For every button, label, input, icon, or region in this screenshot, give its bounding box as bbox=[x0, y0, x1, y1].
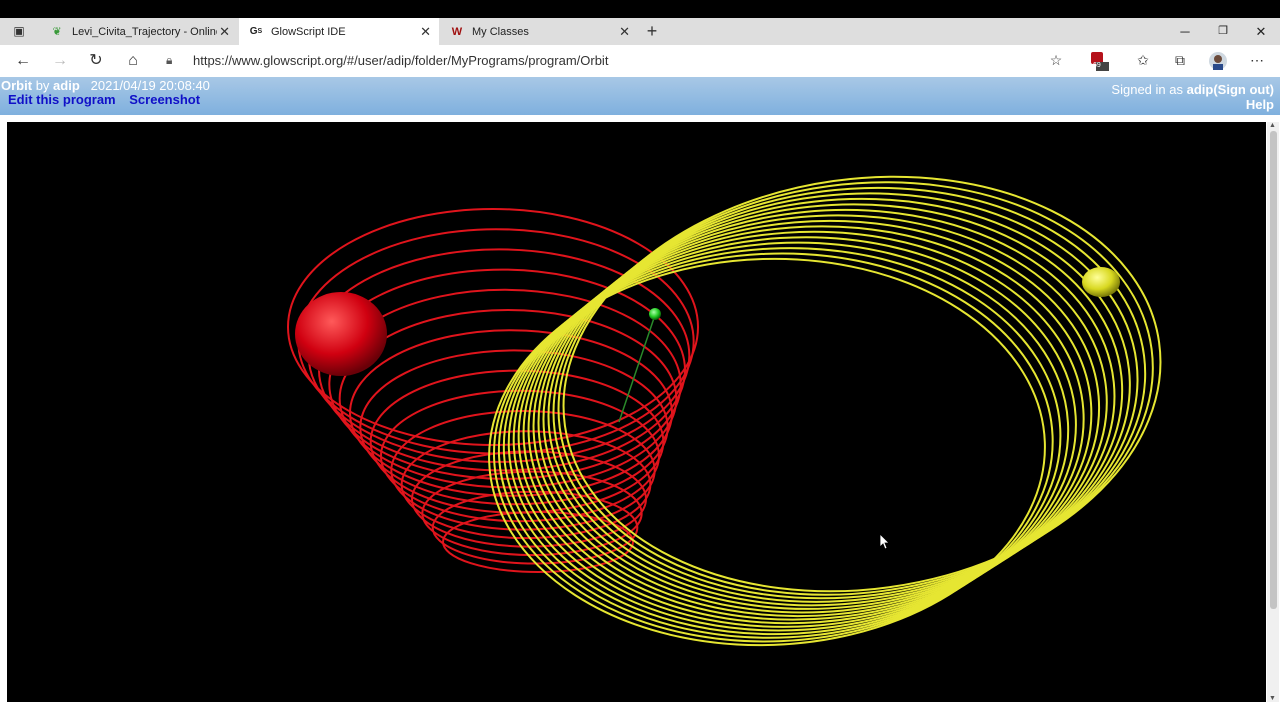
green-sphere bbox=[649, 308, 661, 320]
home-icon[interactable]: ⌂ bbox=[119, 45, 147, 76]
more-icon[interactable]: ⋯ bbox=[1242, 45, 1272, 76]
tab-glowscript[interactable]: GS GlowScript IDE ✕ bbox=[239, 18, 439, 45]
back-icon[interactable]: ← bbox=[9, 45, 37, 76]
account-info: Signed in as adip(Sign out) Help bbox=[1111, 82, 1274, 112]
close-icon[interactable]: ✕ bbox=[420, 24, 431, 40]
scroll-thumb[interactable] bbox=[1270, 131, 1277, 609]
mouse-pointer-icon bbox=[879, 533, 890, 555]
tab-label: My Classes bbox=[472, 25, 529, 38]
timestamp: 2021/04/19 20:08:40 bbox=[90, 78, 210, 93]
program-name: Orbit bbox=[1, 78, 33, 93]
tab-levi-civita[interactable]: ❦ Levi_Civita_Trajectory - Online La ✕ bbox=[40, 18, 238, 45]
tab-label: GlowScript IDE bbox=[271, 25, 346, 38]
classes-icon: W bbox=[451, 25, 463, 38]
extension-icon[interactable] bbox=[1083, 45, 1113, 76]
vertical-scrollbar[interactable]: ▲ ▼ bbox=[1267, 122, 1279, 702]
screenshot-link[interactable]: Screenshot bbox=[129, 92, 200, 107]
yellow-sphere bbox=[1082, 267, 1120, 297]
orbit-scene bbox=[287, 175, 1162, 647]
extension-badge: 69 bbox=[1093, 62, 1101, 69]
program-links: Edit this program Screenshot bbox=[8, 92, 210, 107]
red-sphere bbox=[295, 292, 387, 376]
tab-actions-icon[interactable]: ▣ bbox=[5, 18, 33, 45]
window-close-icon[interactable]: ✕ bbox=[1242, 18, 1280, 45]
profile-avatar[interactable] bbox=[1203, 45, 1233, 76]
scene-canvas[interactable] bbox=[7, 122, 1266, 702]
sign-out-link[interactable]: (Sign out) bbox=[1213, 82, 1274, 97]
collections-icon[interactable]: ⧉ bbox=[1165, 45, 1195, 76]
favorites-icon[interactable]: ✩ bbox=[1128, 45, 1158, 76]
yellow-orbit-trail bbox=[512, 230, 1085, 628]
user-name[interactable]: adip bbox=[1187, 82, 1214, 97]
tab-my-classes[interactable]: W My Classes ✕ bbox=[440, 18, 638, 45]
close-icon[interactable]: ✕ bbox=[219, 24, 230, 40]
minimize-icon[interactable]: ─ bbox=[1166, 18, 1204, 45]
close-icon[interactable]: ✕ bbox=[619, 24, 630, 40]
glowscript-icon: GS bbox=[249, 26, 263, 37]
forward-icon[interactable]: → bbox=[46, 45, 74, 76]
url-text: https://www.glowscript.org/#/user/adip/f… bbox=[193, 53, 609, 68]
restore-icon[interactable]: ❐ bbox=[1204, 18, 1242, 45]
help-link[interactable]: Help bbox=[1111, 97, 1274, 112]
add-favorite-icon[interactable]: ☆ bbox=[1041, 45, 1071, 76]
velocity-arrow bbox=[618, 314, 656, 423]
signed-in-label: Signed in as bbox=[1111, 82, 1183, 97]
author-name[interactable]: adip bbox=[53, 78, 80, 93]
scroll-up-icon[interactable]: ▲ bbox=[1269, 122, 1276, 129]
edit-program-link[interactable]: Edit this program bbox=[8, 92, 116, 107]
new-tab-button[interactable]: + bbox=[638, 18, 666, 45]
yellow-orbit-trail bbox=[562, 175, 1162, 593]
reload-icon[interactable]: ↻ bbox=[82, 45, 110, 76]
address-bar[interactable]: 🔒︎ https://www.glowscript.org/#/user/adi… bbox=[158, 48, 1072, 73]
scroll-down-icon[interactable]: ▼ bbox=[1269, 695, 1276, 702]
tab-label: Levi_Civita_Trajectory - Online La bbox=[72, 25, 217, 38]
by-label: by bbox=[35, 78, 50, 93]
yellow-orbit-trail bbox=[507, 236, 1077, 632]
overleaf-icon: ❦ bbox=[52, 26, 62, 38]
lock-icon: 🔒︎ bbox=[166, 53, 173, 67]
program-info: Orbit by adip 2021/04/19 20:08:40 bbox=[1, 78, 210, 93]
